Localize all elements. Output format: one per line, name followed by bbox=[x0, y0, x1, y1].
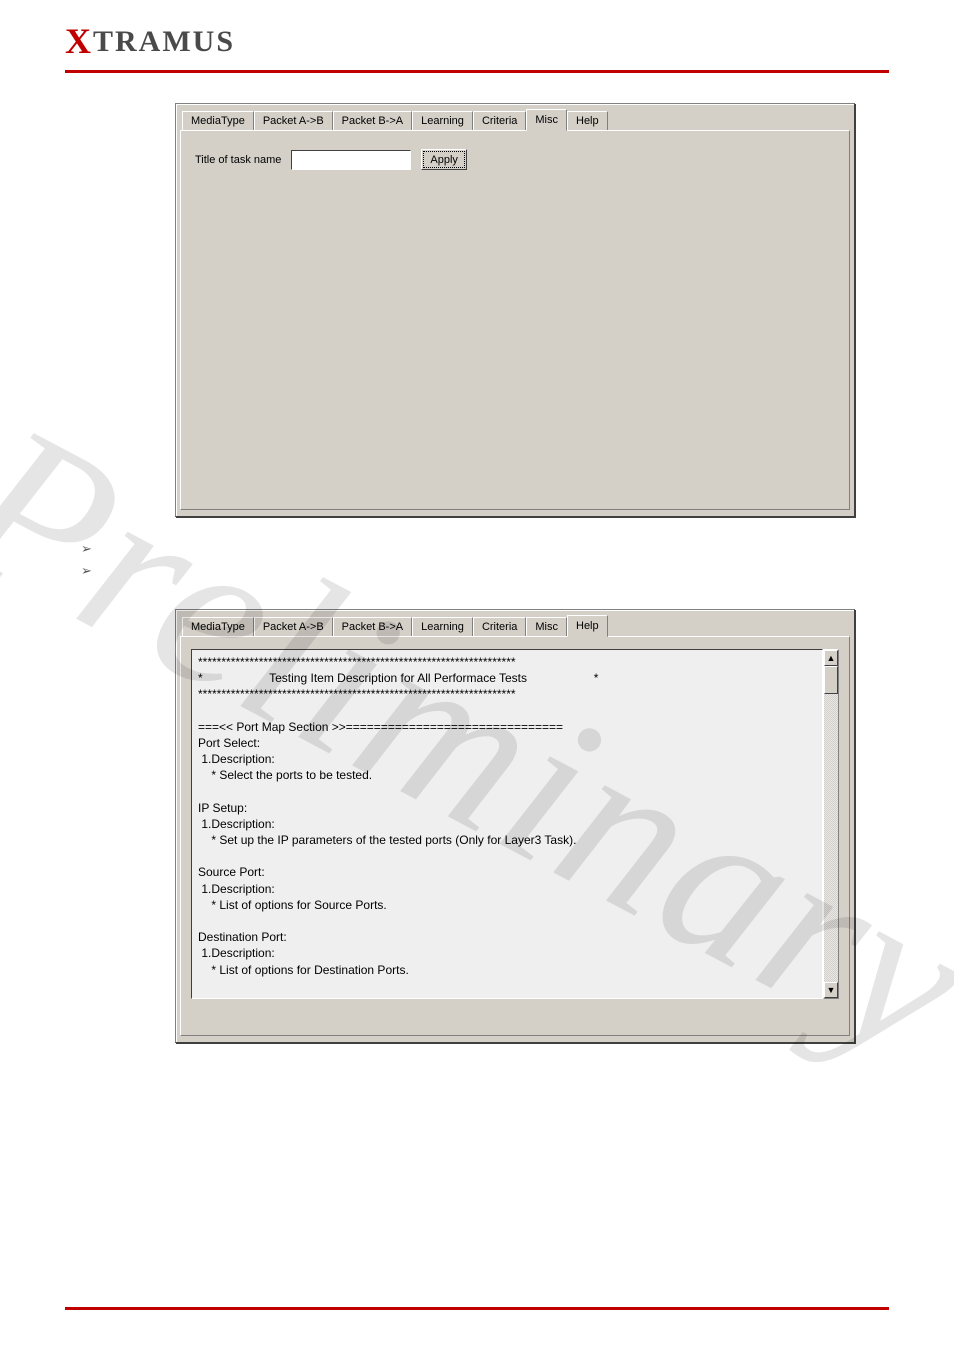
help-scrollbar[interactable]: ▲ ▼ bbox=[823, 649, 839, 999]
page-header: XTRAMUS bbox=[0, 0, 954, 70]
tab-learning[interactable]: Learning bbox=[412, 111, 473, 130]
title-input[interactable] bbox=[291, 150, 411, 170]
scroll-up-icon[interactable]: ▲ bbox=[824, 650, 838, 666]
dialog-misc: MediaType Packet A->B Packet B->A Learni… bbox=[175, 103, 855, 517]
tabpage-misc: Title of task name Apply bbox=[180, 130, 850, 510]
scroll-thumb[interactable] bbox=[824, 666, 838, 694]
bullet-list: ➢ ➢ bbox=[81, 541, 889, 585]
tabpage-help: ****************************************… bbox=[180, 636, 850, 1036]
apply-button[interactable]: Apply bbox=[421, 149, 467, 170]
tab-misc[interactable]: Misc bbox=[526, 617, 567, 636]
tab-packet-ab[interactable]: Packet A->B bbox=[254, 617, 333, 636]
tab-packet-ab[interactable]: Packet A->B bbox=[254, 111, 333, 130]
bullet-item: ➢ bbox=[81, 541, 889, 563]
tab-learning[interactable]: Learning bbox=[412, 617, 473, 636]
title-label: Title of task name bbox=[195, 154, 281, 166]
tab-mediatype[interactable]: MediaType bbox=[182, 111, 254, 130]
bullet-item: ➢ bbox=[81, 563, 889, 585]
footer-rule bbox=[65, 1307, 889, 1310]
help-textarea[interactable]: ****************************************… bbox=[191, 649, 823, 999]
tab-packet-ba[interactable]: Packet B->A bbox=[333, 111, 412, 130]
scroll-track[interactable] bbox=[824, 666, 838, 982]
tab-mediatype[interactable]: MediaType bbox=[182, 617, 254, 636]
dialog-help: MediaType Packet A->B Packet B->A Learni… bbox=[175, 609, 855, 1043]
logo-x-mark: X bbox=[65, 21, 93, 61]
tab-criteria[interactable]: Criteria bbox=[473, 617, 526, 636]
tab-misc[interactable]: Misc bbox=[526, 109, 567, 131]
logo-text: TRAMUS bbox=[93, 25, 235, 58]
tab-packet-ba[interactable]: Packet B->A bbox=[333, 617, 412, 636]
tab-help[interactable]: Help bbox=[567, 615, 608, 637]
tabstrip-2: MediaType Packet A->B Packet B->A Learni… bbox=[180, 614, 850, 636]
help-box-wrap: ****************************************… bbox=[191, 649, 839, 999]
tab-criteria[interactable]: Criteria bbox=[473, 111, 526, 130]
tab-help[interactable]: Help bbox=[567, 111, 608, 130]
title-row: Title of task name Apply bbox=[195, 149, 835, 170]
tabstrip-1: MediaType Packet A->B Packet B->A Learni… bbox=[180, 108, 850, 130]
scroll-down-icon[interactable]: ▼ bbox=[824, 982, 838, 998]
brand-logo: XTRAMUS bbox=[65, 25, 235, 58]
